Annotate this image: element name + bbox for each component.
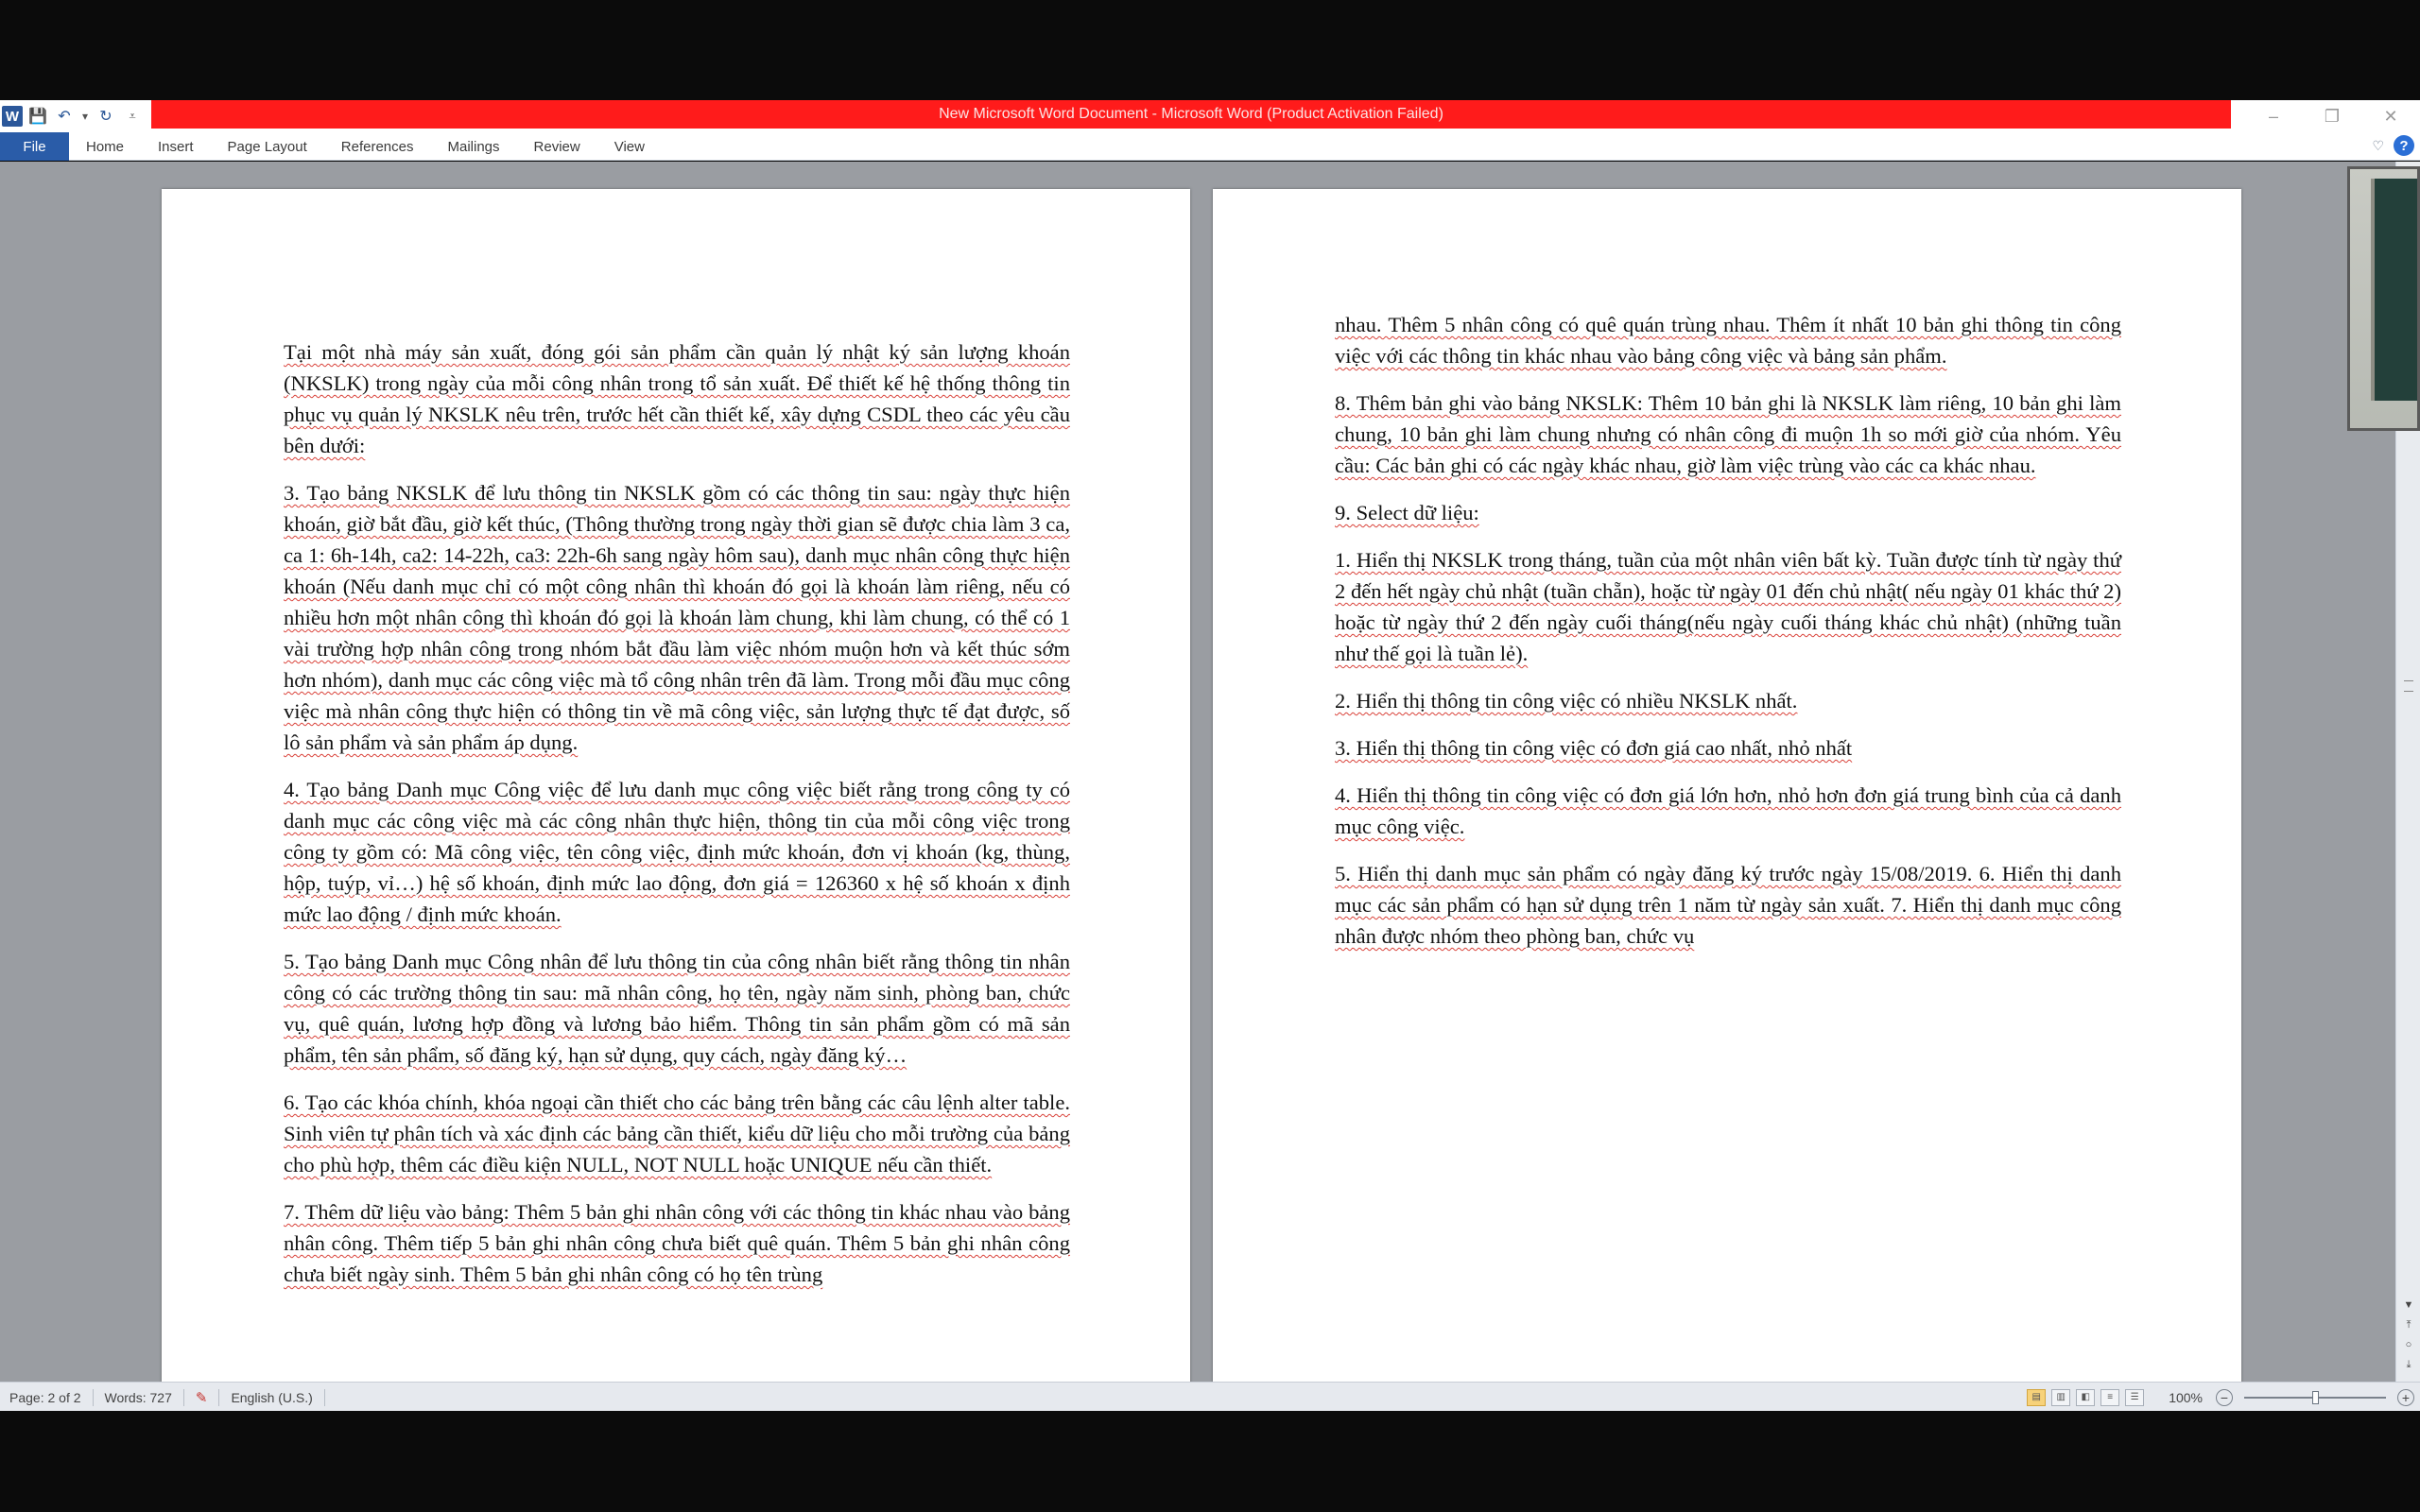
next-page-icon[interactable]: ⤓ xyxy=(2396,1355,2420,1374)
expand-ribbon-icon[interactable]: ♡ xyxy=(2372,138,2384,154)
window-title: New Microsoft Word Document - Microsoft … xyxy=(939,106,1443,122)
zoom-slider-thumb[interactable] xyxy=(2312,1390,2319,1404)
title-bar: W 💾 ↶ ▾ ↻ ⩡ New Microsoft Word Document … xyxy=(0,100,2420,132)
help-icon[interactable]: ? xyxy=(2394,135,2414,156)
page-1-content[interactable]: Tại một nhà máy sản xuất, đóng gói sản p… xyxy=(284,336,1070,1306)
tab-mailings[interactable]: Mailings xyxy=(431,132,517,161)
document-page-1[interactable]: Tại một nhà máy sản xuất, đóng gói sản p… xyxy=(162,189,1190,1382)
tab-references[interactable]: References xyxy=(324,132,431,161)
save-icon[interactable]: 💾 xyxy=(26,104,49,129)
tab-view[interactable]: View xyxy=(597,132,662,161)
paragraph[interactable]: 5. Hiển thị danh mục sản phẩm có ngày đă… xyxy=(1335,858,2121,952)
word-count[interactable]: Words: 727 xyxy=(105,1388,184,1406)
status-bar: Page: 2 of 2 Words: 727 ✎ English (U.S.)… xyxy=(0,1382,2420,1411)
status-right: ▤ ▥ ◧ ≡ ☰ 100% − + xyxy=(2027,1383,2414,1412)
page-count[interactable]: Page: 2 of 2 xyxy=(9,1388,94,1406)
tab-file[interactable]: File xyxy=(0,132,69,161)
ribbon-right-controls: ♡ ? xyxy=(2372,135,2414,156)
redo-icon[interactable]: ↻ xyxy=(95,104,117,129)
quick-access-toolbar: W 💾 ↶ ▾ ↻ ⩡ xyxy=(0,100,144,132)
document-area[interactable]: Tại một nhà máy sản xuất, đóng gói sản p… xyxy=(0,162,2395,1382)
outline-view-icon[interactable]: ≡ xyxy=(2100,1388,2120,1406)
document-page-2[interactable]: nhau. Thêm 5 nhân công có quê quán trùng… xyxy=(1213,189,2241,1382)
word-app-icon[interactable]: W xyxy=(2,106,23,127)
tab-review[interactable]: Review xyxy=(517,132,597,161)
zoom-in-icon[interactable]: + xyxy=(2397,1388,2414,1406)
page-2-content[interactable]: nhau. Thêm 5 nhân công có quê quán trùng… xyxy=(1335,309,2121,968)
web-layout-view-icon[interactable]: ◧ xyxy=(2076,1388,2096,1406)
paragraph[interactable]: Tại một nhà máy sản xuất, đóng gói sản p… xyxy=(284,336,1070,461)
status-left: Page: 2 of 2 Words: 727 ✎ English (U.S.) xyxy=(9,1383,337,1412)
zoom-level[interactable]: 100% xyxy=(2169,1390,2203,1405)
paragraph[interactable]: 9. Select dữ liệu: xyxy=(1335,497,2121,528)
paragraph[interactable]: 4. Hiển thị thông tin công việc có đơn g… xyxy=(1335,780,2121,842)
select-browse-object-icon[interactable]: ○ xyxy=(2396,1335,2420,1354)
paragraph[interactable]: 5. Tạo bảng Danh mục Công nhân để lưu th… xyxy=(284,946,1070,1071)
overlay-board xyxy=(2371,179,2417,401)
zoom-out-icon[interactable]: − xyxy=(2216,1388,2233,1406)
undo-icon[interactable]: ↶ xyxy=(53,104,76,129)
previous-page-icon[interactable]: ⤒ xyxy=(2396,1315,2420,1334)
paragraph[interactable]: 3. Hiển thị thông tin công việc có đơn g… xyxy=(1335,732,2121,764)
screen-letterbox-top xyxy=(0,0,2420,100)
customize-toolbar-icon[interactable]: ⩡ xyxy=(121,104,144,129)
paragraph[interactable]: 3. Tạo bảng NKSLK để lưu thông tin NKSLK… xyxy=(284,477,1070,758)
paragraph[interactable]: 2. Hiển thị thông tin công việc có nhiều… xyxy=(1335,685,2121,716)
full-screen-reading-view-icon[interactable]: ▥ xyxy=(2051,1388,2071,1406)
print-layout-view-icon[interactable]: ▤ xyxy=(2027,1388,2047,1406)
paragraph[interactable]: 6. Tạo các khóa chính, khóa ngoại cần th… xyxy=(284,1087,1070,1180)
proofing-status[interactable]: ✎ xyxy=(196,1388,220,1406)
proofing-error-icon[interactable]: ✎ xyxy=(196,1389,208,1406)
ribbon-tabs: File Home Insert Page Layout References … xyxy=(0,132,662,161)
undo-dropdown-icon[interactable]: ▾ xyxy=(79,104,91,129)
tab-insert[interactable]: Insert xyxy=(141,132,211,161)
paragraph[interactable]: 4. Tạo bảng Danh mục Công việc để lưu da… xyxy=(284,774,1070,930)
tab-page-layout[interactable]: Page Layout xyxy=(211,132,324,161)
language-indicator[interactable]: English (U.S.) xyxy=(231,1388,325,1406)
minimize-icon[interactable]: – xyxy=(2244,100,2303,132)
window-controls: – ❐ ✕ xyxy=(2244,100,2420,132)
paragraph[interactable]: 7. Thêm dữ liệu vào bảng: Thêm 5 bản ghi… xyxy=(284,1196,1070,1290)
paragraph[interactable]: 8. Thêm bản ghi vào bảng NKSLK: Thêm 10 … xyxy=(1335,387,2121,481)
scrollbar-grip[interactable] xyxy=(2404,680,2413,692)
restore-icon[interactable]: ❐ xyxy=(2303,100,2361,132)
paragraph[interactable]: 1. Hiển thị NKSLK trong tháng, tuần của … xyxy=(1335,544,2121,669)
tab-home[interactable]: Home xyxy=(69,132,141,161)
screen-letterbox-bottom xyxy=(0,1411,2420,1512)
webcam-overlay xyxy=(2347,166,2420,431)
scroll-down-icon[interactable]: ▼ xyxy=(2396,1296,2420,1314)
zoom-slider[interactable] xyxy=(2244,1390,2386,1404)
close-icon[interactable]: ✕ xyxy=(2361,100,2420,132)
paragraph[interactable]: nhau. Thêm 5 nhân công có quê quán trùng… xyxy=(1335,309,2121,371)
title-banner: New Microsoft Word Document - Microsoft … xyxy=(151,100,2231,129)
ribbon-tab-bar: File Home Insert Page Layout References … xyxy=(0,132,2420,161)
draft-view-icon[interactable]: ☰ xyxy=(2125,1388,2145,1406)
